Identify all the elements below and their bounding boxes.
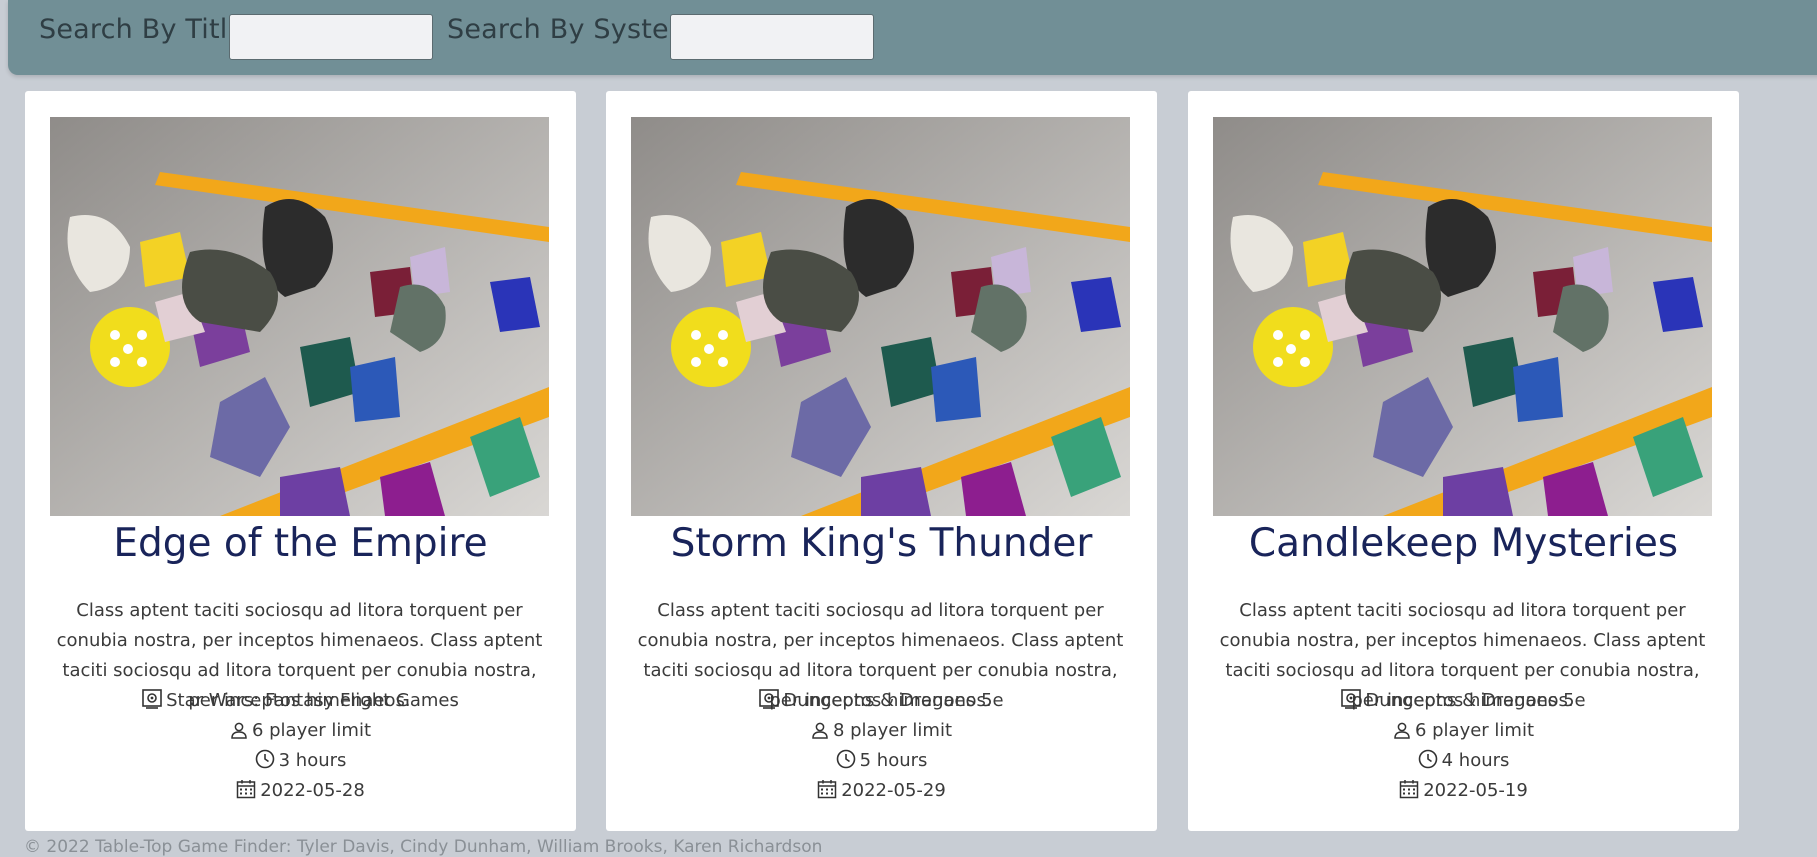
game-duration-row: 3 hours bbox=[25, 746, 576, 779]
game-duration: 3 hours bbox=[278, 750, 347, 771]
game-system-row: Dungeons & Dragons 5e bbox=[606, 686, 1157, 719]
game-card[interactable]: Storm King's Thunder Class aptent taciti… bbox=[606, 91, 1157, 831]
game-player-limit: 6 player limit bbox=[251, 720, 372, 741]
clock-icon bbox=[1418, 749, 1438, 779]
gear-board-icon bbox=[142, 689, 162, 719]
game-system: Star Wars: Fantasy Flight Games bbox=[166, 690, 459, 711]
game-player-limit: 6 player limit bbox=[1414, 720, 1535, 741]
calendar-icon bbox=[1399, 779, 1419, 809]
game-title[interactable]: Edge of the Empire bbox=[25, 521, 576, 566]
gear-board-icon bbox=[1341, 689, 1362, 719]
calendar-icon bbox=[236, 779, 256, 809]
game-card[interactable]: Candlekeep Mysteries Class aptent taciti… bbox=[1188, 91, 1739, 831]
person-icon bbox=[230, 719, 248, 749]
game-date: 2022-05-28 bbox=[260, 780, 365, 801]
game-system-row: Dungeons & Dragons 5e bbox=[1188, 686, 1739, 719]
person-icon bbox=[811, 719, 829, 749]
game-duration: 4 hours bbox=[1441, 750, 1510, 771]
game-players-row: 8 player limit bbox=[606, 716, 1157, 749]
game-date: 2022-05-29 bbox=[841, 780, 946, 801]
game-duration-row: 4 hours bbox=[1188, 746, 1739, 779]
game-duration: 5 hours bbox=[859, 750, 928, 771]
game-players-row: 6 player limit bbox=[25, 716, 576, 749]
game-duration-row: 5 hours bbox=[606, 746, 1157, 779]
site-footer: © 2022 Table-Top Game Finder: Tyler Davi… bbox=[24, 837, 823, 857]
gear-board-icon bbox=[759, 689, 780, 719]
person-icon bbox=[1393, 719, 1411, 749]
search-title-input[interactable] bbox=[229, 14, 433, 60]
game-card[interactable]: Edge of the Empire Class aptent taciti s… bbox=[25, 91, 576, 831]
calendar-icon bbox=[817, 779, 837, 809]
game-players-row: 6 player limit bbox=[1188, 716, 1739, 749]
clock-icon bbox=[255, 749, 275, 779]
game-system: Dungeons & Dragons 5e bbox=[783, 690, 1004, 711]
dice-photo bbox=[1213, 117, 1712, 516]
game-title[interactable]: Candlekeep Mysteries bbox=[1188, 521, 1739, 566]
game-player-limit: 8 player limit bbox=[832, 720, 953, 741]
game-title[interactable]: Storm King's Thunder bbox=[606, 521, 1157, 566]
game-date-row: 2022-05-29 bbox=[606, 776, 1157, 809]
search-title-label: Search By Title bbox=[39, 14, 245, 45]
clock-icon bbox=[836, 749, 856, 779]
dice-photo bbox=[50, 117, 549, 516]
game-date: 2022-05-19 bbox=[1423, 780, 1528, 801]
game-system: Dungeons & Dragons 5e bbox=[1365, 690, 1586, 711]
search-system-label: Search By System bbox=[447, 14, 696, 45]
search-header: Search By Title Search By System bbox=[8, 0, 1817, 75]
game-system-row: Star Wars: Fantasy Flight Games bbox=[25, 686, 576, 719]
search-system-input[interactable] bbox=[670, 14, 874, 60]
game-date-row: 2022-05-19 bbox=[1188, 776, 1739, 809]
dice-photo bbox=[631, 117, 1130, 516]
game-date-row: 2022-05-28 bbox=[25, 776, 576, 809]
